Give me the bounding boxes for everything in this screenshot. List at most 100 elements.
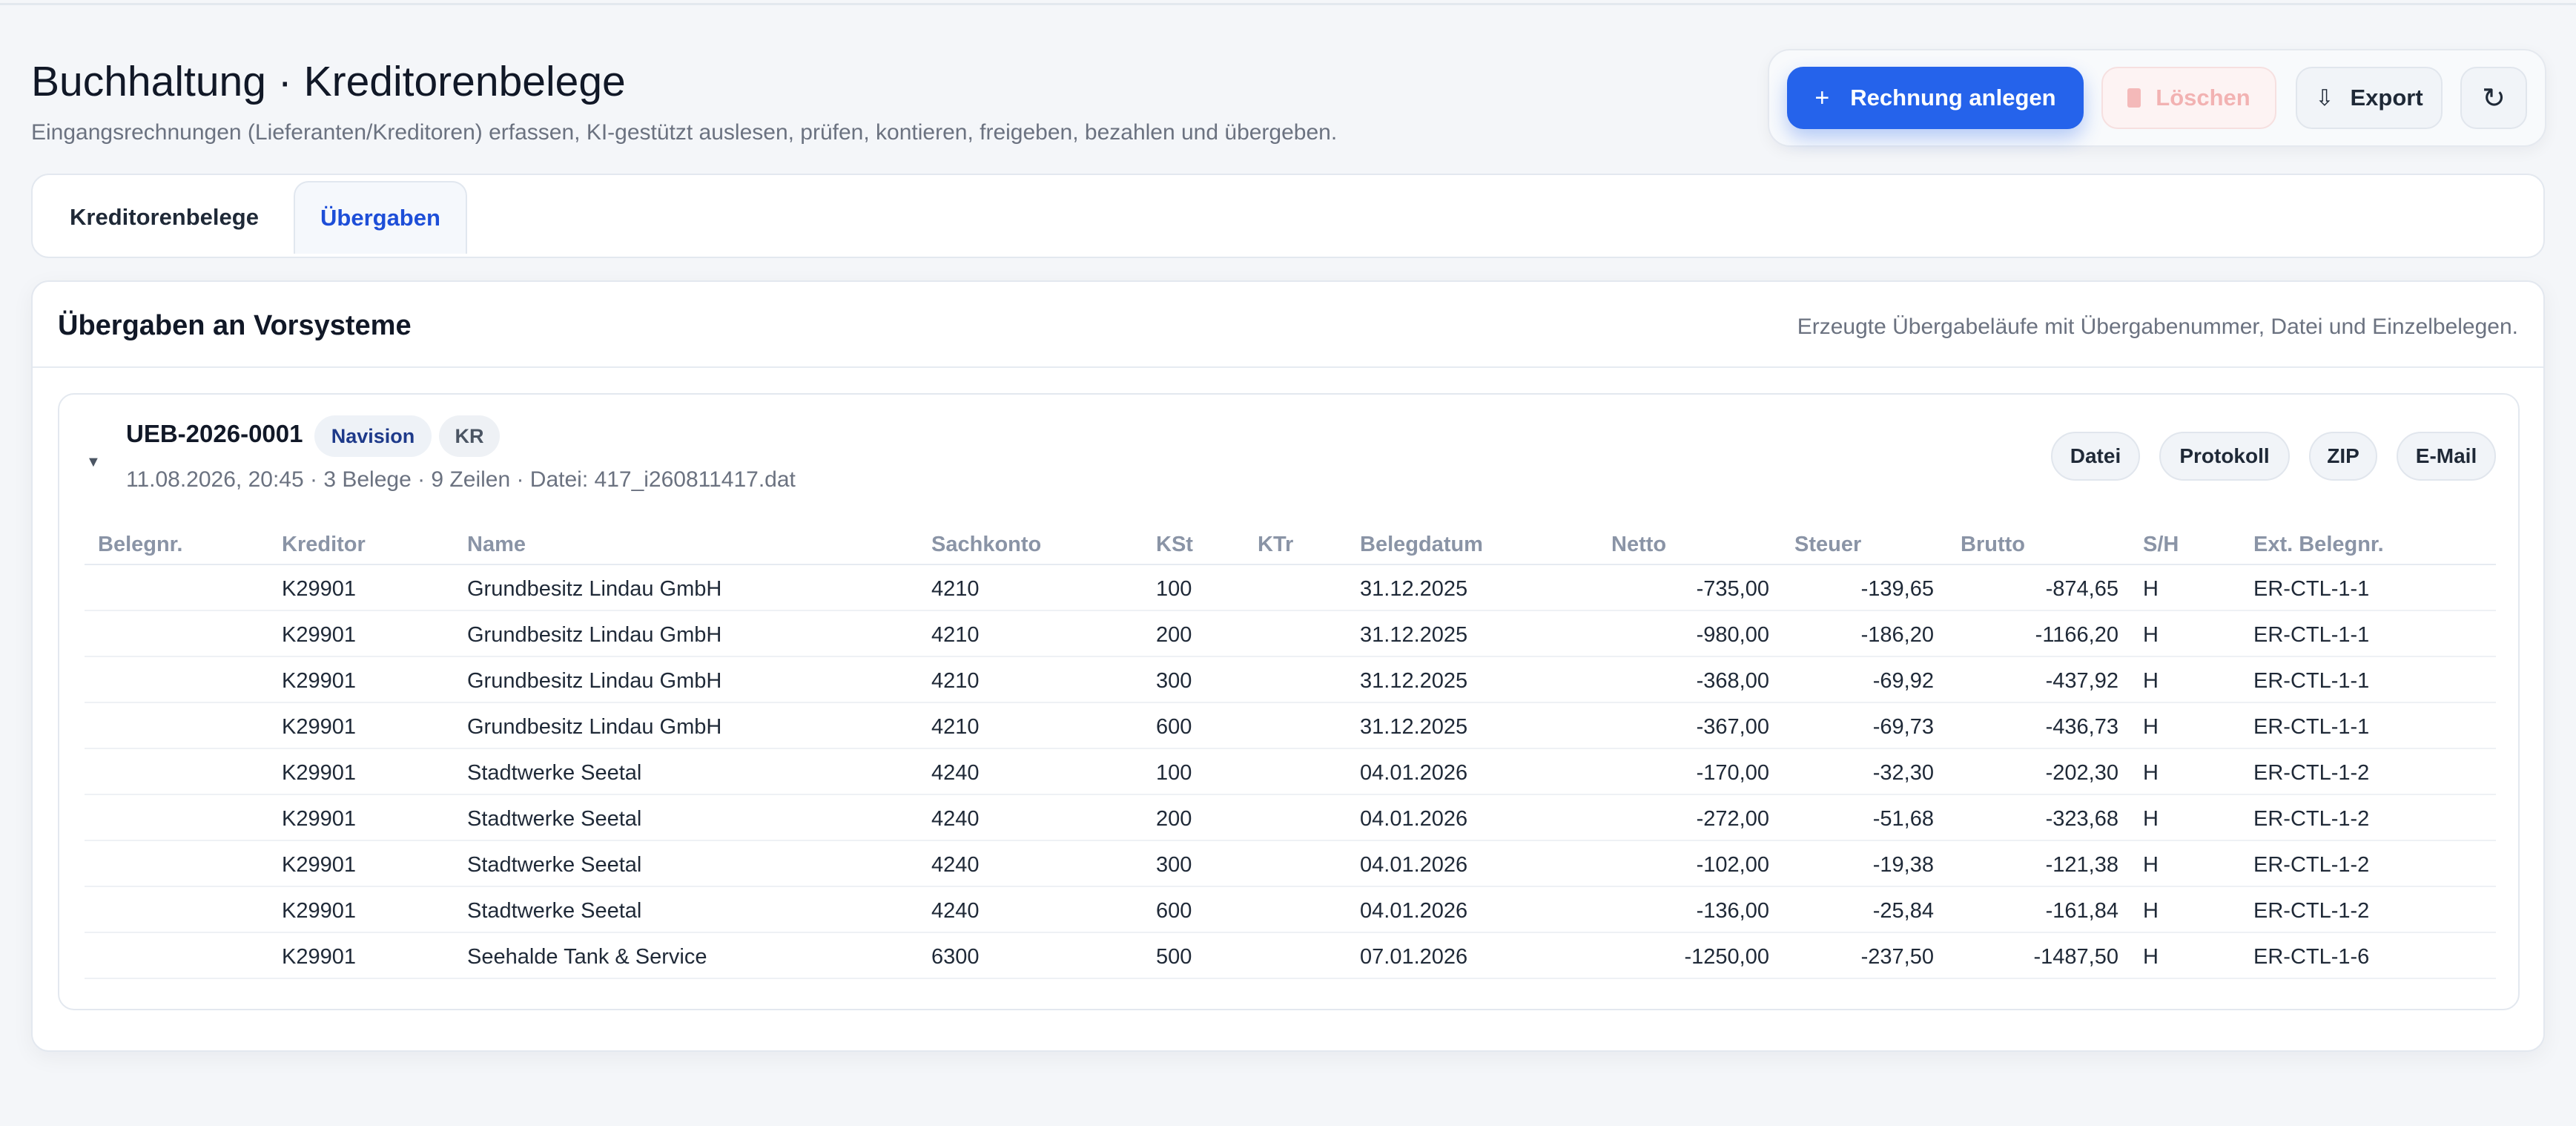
cell-ext-belegnr: ER-CTL-1-2 — [2253, 899, 2370, 923]
cell-sh: H — [2143, 853, 2159, 877]
cell-name: Grundbesitz Lindau GmbH — [467, 669, 722, 693]
refresh-button[interactable]: ↻ — [2460, 67, 2527, 129]
type-badge: KR — [439, 415, 500, 457]
download-icon: ⇩ — [2315, 85, 2334, 111]
cell-steuer: -19,38 — [1872, 853, 1934, 877]
column-header-brutto: Brutto — [1961, 533, 2025, 556]
cell-kst: 200 — [1156, 807, 1192, 831]
cell-brutto: -121,38 — [2045, 853, 2118, 877]
table-row[interactable]: K29901 Seehalde Tank & Service 6300 500 07.0… — [85, 933, 2496, 979]
table-row[interactable]: K29901 Grundbesitz Lindau GmbH 4210 200 31.1… — [85, 611, 2496, 657]
tab-kreditorenbelege[interactable]: Kreditorenbelege — [44, 181, 284, 254]
cell-steuer: -25,84 — [1872, 899, 1934, 923]
cell-netto: -735,00 — [1696, 577, 1769, 601]
cell-brutto: -1487,50 — [2033, 945, 2119, 969]
table-row[interactable]: K29901 Stadtwerke Seetal 4240 100 04.01.2026… — [85, 749, 2496, 795]
cell-kreditor: K29901 — [282, 853, 356, 877]
column-header-steuer: Steuer — [1794, 533, 1862, 556]
cell-ext-belegnr: ER-CTL-1-1 — [2253, 623, 2370, 647]
cell-kreditor: K29901 — [282, 807, 356, 831]
cell-ext-belegnr: ER-CTL-1-1 — [2253, 715, 2370, 739]
cell-steuer: -69,92 — [1872, 669, 1934, 693]
system-badge: Navision — [314, 415, 432, 457]
table-row[interactable]: K29901 Grundbesitz Lindau GmbH 4210 100 31.1… — [85, 565, 2496, 611]
collapse-caret-icon[interactable]: ▼ — [86, 454, 101, 471]
transfer-panel: ▼ UEB-2026-0001 Navision KR 11.08.2026, … — [58, 393, 2520, 1010]
cell-netto: -272,00 — [1696, 807, 1769, 831]
column-header-kreditor: Kreditor — [282, 533, 366, 556]
cell-netto: -136,00 — [1696, 899, 1769, 923]
section-title: Übergaben an Vorsysteme — [58, 310, 412, 341]
trash-icon — [2127, 88, 2141, 108]
cell-ext-belegnr: ER-CTL-1-2 — [2253, 853, 2370, 877]
page-subtitle: Eingangsrechnungen (Lieferanten/Kreditor… — [31, 120, 1338, 145]
email-button[interactable]: E-Mail — [2397, 432, 2496, 481]
cell-netto: -102,00 — [1696, 853, 1769, 877]
column-header-netto: Netto — [1611, 533, 1667, 556]
column-header-sachkonto: Sachkonto — [931, 533, 1042, 556]
cell-kst: 600 — [1156, 715, 1192, 739]
cell-netto: -980,00 — [1696, 623, 1769, 647]
delete-button[interactable]: Löschen — [2101, 67, 2276, 129]
column-header-sh: S/H — [2143, 533, 2179, 556]
cell-netto: -367,00 — [1696, 715, 1769, 739]
cell-steuer: -51,68 — [1872, 807, 1934, 831]
cell-netto: -368,00 — [1696, 669, 1769, 693]
zip-button[interactable]: ZIP — [2309, 432, 2377, 481]
cell-brutto: -437,92 — [2045, 669, 2118, 693]
cell-kreditor: K29901 — [282, 623, 356, 647]
cell-belegdatum: 04.01.2026 — [1360, 899, 1468, 923]
cell-kst: 600 — [1156, 899, 1192, 923]
file-button[interactable]: Datei — [2051, 432, 2140, 481]
export-button[interactable]: ⇩ Export — [2296, 67, 2443, 129]
cell-netto: -1250,00 — [1684, 945, 1770, 969]
cell-sh: H — [2143, 807, 2159, 831]
page-title: Buchhaltung · Kreditorenbelege — [31, 58, 626, 105]
cell-steuer: -139,65 — [1860, 577, 1934, 601]
cell-sachkonto: 4240 — [931, 853, 980, 877]
cell-sachkonto: 4210 — [931, 715, 980, 739]
table-row[interactable]: K29901 Stadtwerke Seetal 4240 300 04.01.2026… — [85, 841, 2496, 887]
column-header-kst: KSt — [1156, 533, 1193, 556]
cell-belegdatum: 04.01.2026 — [1360, 761, 1468, 785]
column-header-belegdatum: Belegdatum — [1360, 533, 1483, 556]
cell-belegdatum: 31.12.2025 — [1360, 577, 1468, 601]
cell-steuer: -32,30 — [1872, 761, 1934, 785]
refresh-icon: ↻ — [2482, 82, 2506, 114]
cell-sachkonto: 4240 — [931, 807, 980, 831]
cell-belegdatum: 31.12.2025 — [1360, 715, 1468, 739]
cell-kreditor: K29901 — [282, 577, 356, 601]
table-header: Belegnr. Kreditor Name Sachkonto KSt KTr… — [85, 521, 2496, 565]
cell-name: Stadtwerke Seetal — [467, 853, 642, 877]
cell-ext-belegnr: ER-CTL-1-1 — [2253, 577, 2370, 601]
create-invoice-button[interactable]: + Rechnung anlegen — [1787, 67, 2084, 129]
transfer-lines-table: Belegnr. Kreditor Name Sachkonto KSt KTr… — [85, 521, 2496, 979]
tab-uebergaben[interactable]: Übergaben — [294, 181, 467, 254]
table-row[interactable]: K29901 Grundbesitz Lindau GmbH 4210 300 31.1… — [85, 657, 2496, 703]
cell-sachkonto: 4210 — [931, 577, 980, 601]
cell-belegdatum: 04.01.2026 — [1360, 853, 1468, 877]
cell-sh: H — [2143, 623, 2159, 647]
cell-ext-belegnr: ER-CTL-1-2 — [2253, 761, 2370, 785]
cell-netto: -170,00 — [1696, 761, 1769, 785]
cell-sachkonto: 4240 — [931, 899, 980, 923]
table-row[interactable]: K29901 Stadtwerke Seetal 4240 600 04.01.2026… — [85, 887, 2496, 933]
cell-kst: 300 — [1156, 853, 1192, 877]
log-button[interactable]: Protokoll — [2159, 432, 2290, 481]
cell-steuer: -69,73 — [1872, 715, 1934, 739]
cell-steuer: -237,50 — [1860, 945, 1934, 969]
cell-name: Grundbesitz Lindau GmbH — [467, 577, 722, 601]
cell-name: Grundbesitz Lindau GmbH — [467, 623, 722, 647]
cell-kst: 300 — [1156, 669, 1192, 693]
cell-name: Stadtwerke Seetal — [467, 761, 642, 785]
tab-bar: Kreditorenbelege Übergaben — [31, 174, 2545, 258]
table-row[interactable]: K29901 Grundbesitz Lindau GmbH 4210 600 31.1… — [85, 703, 2496, 749]
page-header: Buchhaltung · Kreditorenbelege Eingangsr… — [31, 53, 1337, 147]
plus-icon: + — [1814, 83, 1830, 112]
cell-ext-belegnr: ER-CTL-1-6 — [2253, 945, 2370, 969]
cell-kst: 100 — [1156, 577, 1192, 601]
table-row[interactable]: K29901 Stadtwerke Seetal 4240 200 04.01.2026… — [85, 795, 2496, 841]
cell-brutto: -436,73 — [2045, 715, 2118, 739]
cell-kreditor: K29901 — [282, 669, 356, 693]
cell-sachkonto: 4210 — [931, 623, 980, 647]
